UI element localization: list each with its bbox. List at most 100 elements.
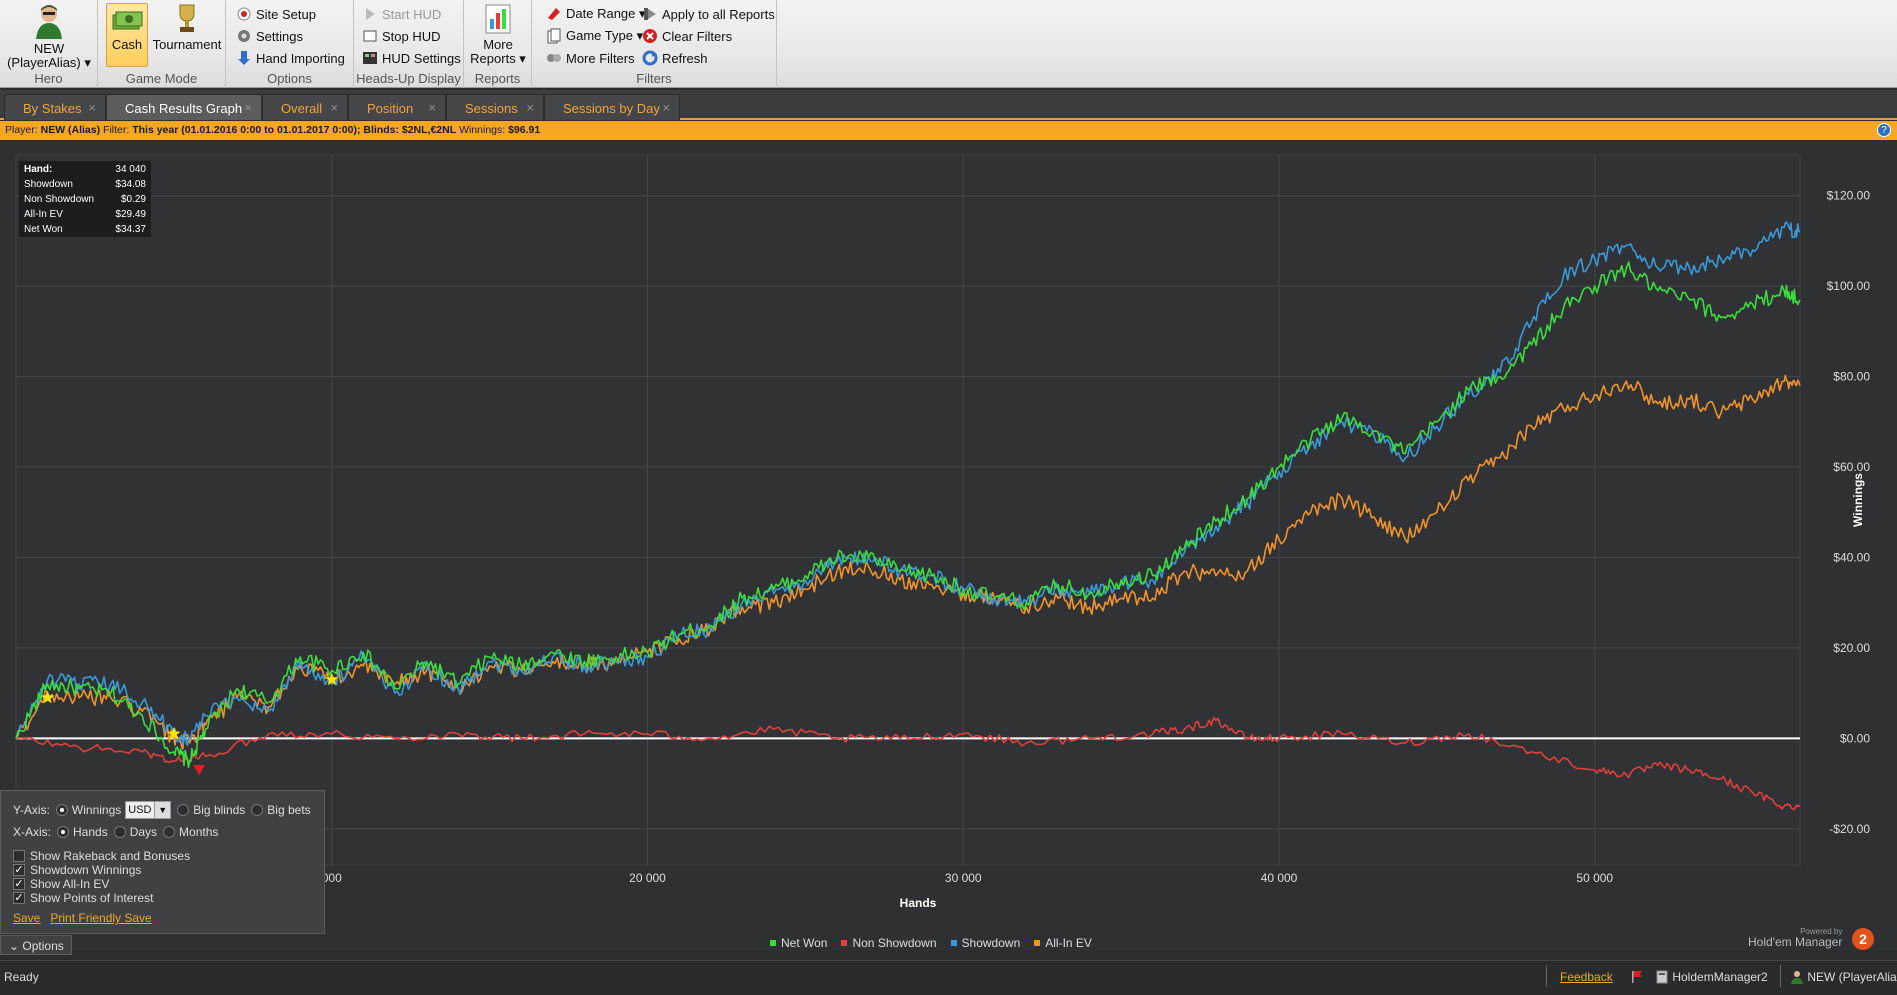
x-tick-label: 50 000 <box>1576 871 1613 885</box>
stat-label: Non Showdown <box>24 194 95 205</box>
hem2-logo-icon: 2 <box>1852 928 1874 950</box>
legend-swatch <box>770 940 776 946</box>
stat-row-showdown: Showdown $34.08 <box>24 179 146 194</box>
hero-selector-button[interactable]: NEW (PlayerAlias) ▾ <box>6 3 92 70</box>
y-axis-label: Winnings <box>1851 473 1865 527</box>
save-link[interactable]: Save <box>13 911 40 925</box>
cash-mode-button[interactable]: Cash <box>106 3 148 67</box>
game-type-button[interactable]: Game Type ▾ <box>546 26 643 46</box>
powered-by-branding: Powered by Hold'em Manager <box>1748 926 1842 948</box>
collapse-arrow-icon: ⌄ <box>9 939 20 953</box>
refresh-button[interactable]: Refresh <box>642 48 708 68</box>
tournament-mode-button[interactable]: Tournament <box>152 3 222 52</box>
plot-background <box>15 154 1801 866</box>
x-axis-days-radio[interactable] <box>113 826 126 838</box>
close-icon[interactable]: × <box>330 100 338 115</box>
ribbon-toolbar: NEW (PlayerAlias) ▾ Hero Cash Tournament… <box>0 0 1897 88</box>
hero-group-label: Hero <box>34 71 63 86</box>
x-axis-hands-radio[interactable] <box>57 826 70 838</box>
y-axis-big-blinds-radio[interactable] <box>177 804 190 816</box>
close-icon[interactable]: × <box>662 100 670 115</box>
reports-group-label: Reports <box>474 71 521 86</box>
filter-summary-bar: Player: NEW (Alias) Filter: This year (0… <box>0 121 1897 140</box>
show-rakeback-label: Show Rakeback and Bonuses <box>30 849 191 863</box>
legend-item-allin-ev: All-In EV <box>1034 936 1092 950</box>
feedback-item[interactable]: Feedback <box>1560 970 1623 984</box>
apply-all-icon <box>644 8 656 20</box>
hud-settings-button[interactable]: HUD Settings <box>362 48 461 68</box>
x-axis-months-radio[interactable] <box>163 826 176 838</box>
y-axis-big-bets-label: Big bets <box>267 803 311 817</box>
y-axis-winnings-radio[interactable] <box>55 804 68 816</box>
status-separator <box>1546 965 1547 987</box>
graph-options-panel: Y-Axis: Winnings USD ▼ Big blinds Big bet… <box>0 790 325 934</box>
more-filters-label: More Filters <box>566 50 635 66</box>
print-friendly-save-link[interactable]: Print Friendly Save <box>50 911 151 925</box>
show-points-of-interest-checkbox[interactable]: ✓ <box>13 892 25 904</box>
showdown-winnings-checkbox[interactable]: ✓ <box>13 864 25 876</box>
legend-label: Non Showdown <box>852 936 937 950</box>
show-allin-ev-checkbox[interactable]: ✓ <box>13 878 25 890</box>
settings-button[interactable]: Settings <box>236 26 303 46</box>
hand-importing-button[interactable]: Hand Importing <box>236 48 345 68</box>
save-links-row: Save Print Friendly Save <box>13 911 162 925</box>
date-range-label: Date Range ▾ <box>566 6 646 21</box>
legend-label: Showdown <box>961 936 1021 950</box>
game-type-icon <box>547 28 561 44</box>
gear-icon <box>238 30 250 42</box>
x-axis-months-label: Months <box>179 825 219 839</box>
y-tick-label: $20.00 <box>1833 641 1870 655</box>
stop-hud-button[interactable]: Stop HUD <box>362 26 441 46</box>
player-value: NEW (Alias) <box>40 124 101 136</box>
stat-value: $34.08 <box>115 179 146 190</box>
legend-item-non-showdown: Non Showdown <box>841 936 937 950</box>
help-icon[interactable]: ? <box>1877 123 1891 137</box>
tab-overall[interactable]: Overall × <box>262 94 348 120</box>
tab-label: Overall <box>281 101 323 116</box>
more-filters-button[interactable]: More Filters <box>546 48 635 68</box>
options-toggle-button[interactable]: ⌄ Options <box>0 935 72 955</box>
tab-sessions[interactable]: Sessions × <box>446 94 544 120</box>
hero-name-line1: NEW <box>33 41 65 56</box>
database-name: HoldemManager2 <box>1672 970 1768 984</box>
stat-label: All-In EV <box>24 209 63 220</box>
more-reports-button[interactable]: More Reports ▾ <box>468 3 528 66</box>
refresh-label: Refresh <box>662 50 708 66</box>
flag-item[interactable] <box>1630 970 1644 984</box>
database-item[interactable]: HoldemManager2 <box>1655 970 1768 984</box>
show-rakeback-checkbox[interactable] <box>13 850 25 862</box>
date-range-button[interactable]: Date Range ▾ <box>546 4 646 24</box>
close-icon[interactable]: × <box>428 100 436 115</box>
start-hud-button[interactable]: Start HUD <box>362 4 441 24</box>
showdown-winnings-row: ✓ Showdown Winnings <box>13 863 141 877</box>
y-axis-big-bets-radio[interactable] <box>251 804 264 816</box>
winnings-label: Winnings: <box>459 124 506 136</box>
red-flag-icon <box>1632 971 1642 983</box>
legend-label: All-In EV <box>1045 936 1092 950</box>
close-icon[interactable]: × <box>526 100 534 115</box>
currency-select[interactable]: USD ▼ <box>125 801 172 819</box>
close-icon[interactable]: × <box>244 100 252 115</box>
status-text: Ready <box>4 970 39 984</box>
tab-position[interactable]: Position × <box>348 94 446 120</box>
site-setup-button[interactable]: Site Setup <box>236 4 316 24</box>
player-item[interactable]: NEW (PlayerAlia <box>1790 970 1897 984</box>
tab-sessions-by-day[interactable]: Sessions by Day × <box>544 94 680 120</box>
reports-chart-icon <box>485 4 511 34</box>
y-tick-label: $40.00 <box>1833 550 1870 564</box>
y-tick-label: $80.00 <box>1833 370 1870 384</box>
tab-by-stakes[interactable]: By Stakes × <box>4 94 106 120</box>
database-icon <box>1656 970 1668 984</box>
x-tick-label: 20 000 <box>629 871 666 885</box>
tab-label: Sessions by Day <box>563 101 660 116</box>
tab-cash-results-graph[interactable]: Cash Results Graph × <box>106 94 262 120</box>
feedback-link[interactable]: Feedback <box>1560 970 1613 984</box>
stat-value: $34.37 <box>115 224 146 235</box>
apply-all-reports-button[interactable]: Apply to all Reports <box>642 4 775 24</box>
stat-value: $29.49 <box>115 209 146 220</box>
report-tab-bar: By Stakes × Cash Results Graph × Overall × … <box>0 90 1897 120</box>
close-icon[interactable]: × <box>88 100 96 115</box>
clear-filters-button[interactable]: Clear Filters <box>642 26 732 46</box>
filter-label: Filter: <box>103 124 130 136</box>
stop-hud-label: Stop HUD <box>382 28 441 44</box>
